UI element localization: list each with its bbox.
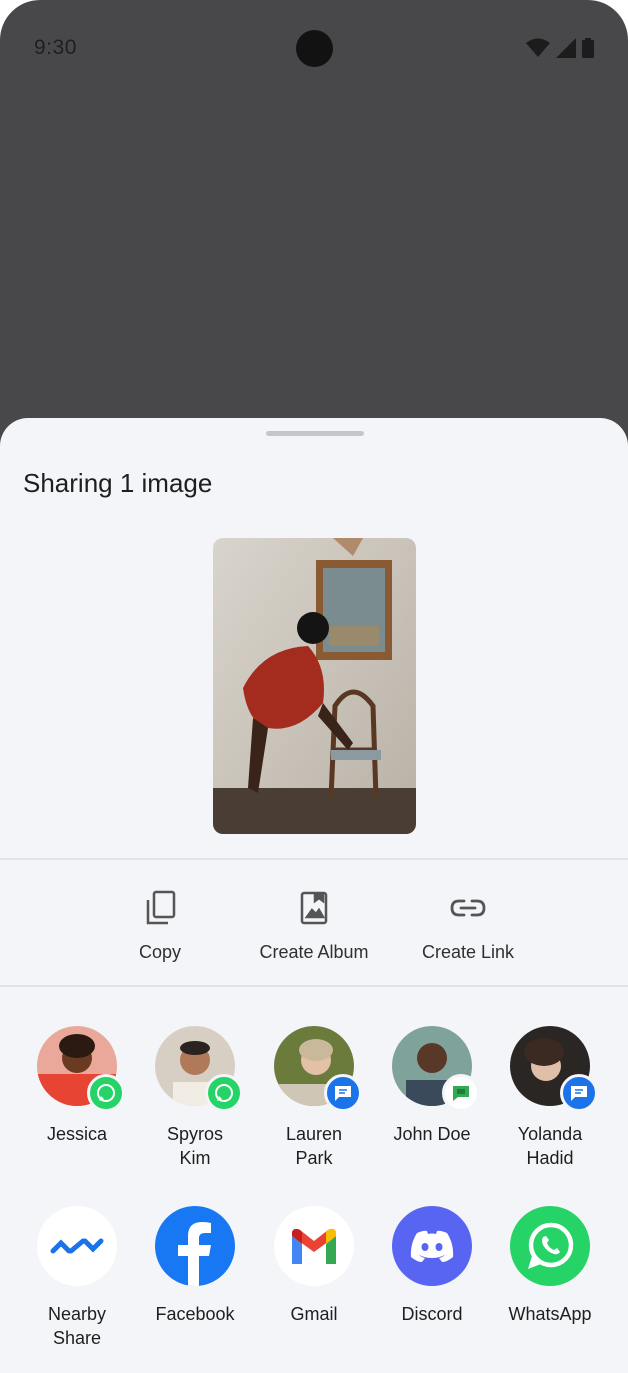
app-name: Facebook <box>155 1304 235 1324</box>
whatsapp-icon <box>510 1206 590 1286</box>
contact-jessica[interactable]: Jessica <box>18 1026 136 1146</box>
contact-yolanda-hadid[interactable]: Yolanda Hadid <box>491 1026 609 1170</box>
contact-name: John Doe <box>393 1124 471 1144</box>
create-link-label: Create Link <box>421 942 515 962</box>
app-discord[interactable]: Discord <box>373 1206 491 1326</box>
link-icon <box>450 899 486 917</box>
wifi-icon <box>526 38 550 57</box>
app-name: Nearby Share <box>47 1304 107 1348</box>
drag-handle[interactable] <box>266 431 364 436</box>
avatar <box>155 1026 243 1112</box>
album-icon <box>300 891 328 925</box>
create-album-action[interactable]: Create Album <box>239 888 389 963</box>
contact-john-doe[interactable]: John Doe <box>373 1026 491 1146</box>
avatar <box>274 1026 362 1112</box>
whatsapp-badge-icon <box>205 1074 243 1112</box>
cellular-signal-icon <box>556 38 576 58</box>
avatar <box>37 1026 125 1112</box>
contact-name: Spyros Kim <box>166 1124 224 1168</box>
whatsapp-badge-icon <box>87 1074 125 1112</box>
discord-icon <box>392 1206 472 1286</box>
app-name: Gmail <box>290 1304 338 1324</box>
share-sheet: Sharing 1 image Copy Create Album Create… <box>0 418 628 1373</box>
divider-top <box>0 858 628 860</box>
contact-name: Lauren Park <box>285 1124 343 1168</box>
status-bar: 9:30 <box>0 0 628 96</box>
contact-lauren-park[interactable]: Lauren Park <box>255 1026 373 1170</box>
image-preview <box>213 538 416 834</box>
divider-bottom <box>0 985 628 987</box>
app-gmail[interactable]: Gmail <box>255 1206 373 1326</box>
messages-badge-icon <box>560 1074 598 1112</box>
contact-name: Yolanda Hadid <box>517 1124 583 1168</box>
copy-action[interactable]: Copy <box>85 888 235 963</box>
app-whatsapp[interactable]: WhatsApp <box>491 1206 609 1326</box>
messages-badge-icon <box>324 1074 362 1112</box>
contact-name: Jessica <box>46 1124 108 1144</box>
nearby-share-icon <box>37 1206 117 1286</box>
copy-icon <box>146 890 176 925</box>
app-nearby-share[interactable]: Nearby Share <box>18 1206 136 1350</box>
system-icons <box>526 38 594 58</box>
create-album-label: Create Album <box>259 942 369 962</box>
front-camera <box>296 30 333 67</box>
copy-label: Copy <box>138 942 182 962</box>
avatar <box>510 1026 598 1112</box>
avatar <box>392 1026 480 1112</box>
battery-icon <box>582 38 594 58</box>
contact-spyros-kim[interactable]: Spyros Kim <box>136 1026 254 1170</box>
phone-screen: 9:30 Sharing 1 image Copy Create Album C… <box>0 0 628 1373</box>
gmail-icon <box>274 1206 354 1286</box>
status-time: 9:30 <box>34 36 77 59</box>
google-chat-badge-icon <box>442 1074 480 1112</box>
app-name: Discord <box>401 1304 463 1324</box>
sheet-title: Sharing 1 image <box>23 468 213 498</box>
app-name: WhatsApp <box>508 1304 592 1324</box>
create-link-action[interactable]: Create Link <box>393 888 543 963</box>
app-facebook[interactable]: Facebook <box>136 1206 254 1326</box>
facebook-icon <box>155 1206 235 1286</box>
